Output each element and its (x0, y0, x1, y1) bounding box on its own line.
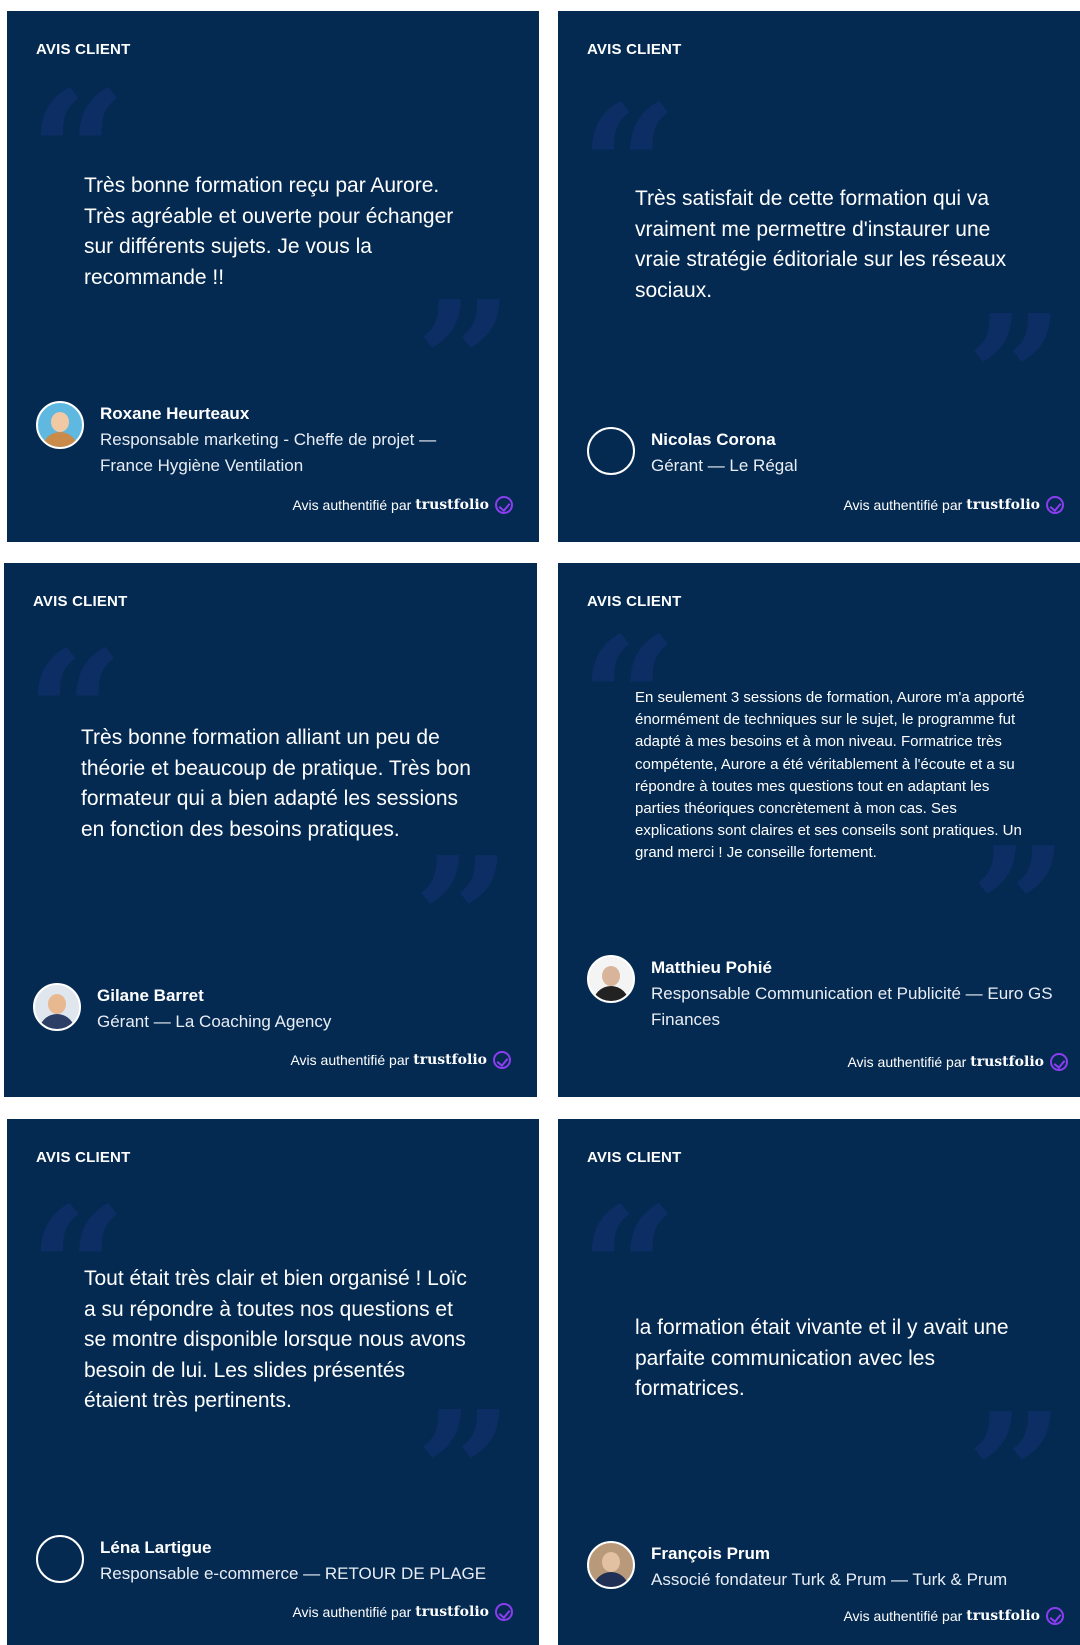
close-quote-icon: ” (413, 820, 511, 1020)
trustfolio-logo: trustfolio (970, 1054, 1044, 1070)
avatar (36, 401, 84, 449)
verified-badge[interactable]: Avis authentifié par trustfolio (292, 1603, 513, 1621)
review-card: AVIS CLIENT “ ” la formation était vivan… (558, 1119, 1080, 1645)
author-name: François Prum (651, 1544, 771, 1563)
trustfolio-logo: trustfolio (966, 497, 1040, 513)
review-text: Très bonne formation alliant un peu de t… (81, 726, 471, 841)
author-role: Associé fondateur Turk & Prum — Turk & P… (651, 1570, 1008, 1589)
review-author: Gilane Barret Gérant — La Coaching Agenc… (33, 983, 517, 1035)
author-name: Léna Lartigue (100, 1538, 212, 1557)
review-text: Très satisfait de cette formation qui va… (635, 187, 1007, 302)
close-quote-icon: ” (966, 1376, 1064, 1576)
review-author: Nicolas Corona Gérant — Le Régal (587, 427, 1060, 479)
author-name: Roxane Heurteaux (100, 404, 250, 423)
card-label: AVIS CLIENT (587, 41, 682, 58)
avatar (587, 1541, 635, 1589)
review-card: AVIS CLIENT “ ” Tout était très clair et… (7, 1119, 539, 1645)
review-card: AVIS CLIENT “ ” Très bonne formation all… (4, 563, 537, 1097)
review-text: Très bonne formation reçu par Aurore. Tr… (84, 174, 454, 289)
author-role: Responsable e-commerce — RETOUR DE PLAGE (100, 1564, 487, 1583)
verified-prefix: Avis authentifié par (292, 1604, 412, 1620)
review-author: François Prum Associé fondateur Turk & P… (587, 1541, 1060, 1593)
trustfolio-logo: trustfolio (966, 1608, 1040, 1624)
avatar (587, 427, 635, 475)
review-text: Tout était très clair et bien organisé !… (84, 1267, 467, 1412)
verified-prefix: Avis authentifié par (290, 1052, 410, 1068)
avatar (36, 1535, 84, 1583)
review-author: Matthieu Pohié Responsable Communication… (587, 955, 1060, 1033)
author-name: Matthieu Pohié (651, 958, 772, 977)
author-name: Gilane Barret (97, 986, 204, 1005)
check-circle-icon (1046, 496, 1064, 514)
review-card: AVIS CLIENT “ ” En seulement 3 sessions … (558, 563, 1080, 1097)
review-text: En seulement 3 sessions de formation, Au… (635, 689, 1025, 862)
verified-badge[interactable]: Avis authentifié par trustfolio (292, 496, 513, 514)
card-label: AVIS CLIENT (36, 1149, 131, 1166)
verified-badge[interactable]: Avis authentifié par trustfolio (847, 1053, 1068, 1071)
review-text: la formation était vivante et il y avait… (635, 1316, 1009, 1400)
review-author: Roxane Heurteaux Responsable marketing -… (36, 401, 519, 479)
trustfolio-logo: trustfolio (413, 1052, 487, 1068)
verified-prefix: Avis authentifié par (843, 1608, 963, 1624)
verified-prefix: Avis authentifié par (847, 1054, 967, 1070)
author-role: Responsable marketing - Cheffe de projet… (100, 430, 437, 475)
trustfolio-logo: trustfolio (415, 497, 489, 513)
verified-badge[interactable]: Avis authentifié par trustfolio (843, 1607, 1064, 1625)
review-card: AVIS CLIENT “ ” Très satisfait de cette … (558, 11, 1080, 542)
avatar (587, 955, 635, 1003)
review-card: AVIS CLIENT “ ” Très bonne formation reç… (7, 11, 539, 542)
trustfolio-logo: trustfolio (415, 1604, 489, 1620)
author-role: Gérant — Le Régal (651, 456, 798, 475)
author-name: Nicolas Corona (651, 430, 776, 449)
check-circle-icon (495, 1603, 513, 1621)
verified-badge[interactable]: Avis authentifié par trustfolio (290, 1051, 511, 1069)
check-circle-icon (1050, 1053, 1068, 1071)
author-role: Gérant — La Coaching Agency (97, 1012, 332, 1031)
review-author: Léna Lartigue Responsable e-commerce — R… (36, 1535, 519, 1587)
verified-badge[interactable]: Avis authentifié par trustfolio (843, 496, 1064, 514)
check-circle-icon (493, 1051, 511, 1069)
verified-prefix: Avis authentifié par (843, 497, 963, 513)
author-role: Responsable Communication et Publicité —… (651, 984, 1053, 1029)
check-circle-icon (1046, 1607, 1064, 1625)
check-circle-icon (495, 496, 513, 514)
verified-prefix: Avis authentifié par (292, 497, 412, 513)
avatar (33, 983, 81, 1031)
card-label: AVIS CLIENT (587, 1149, 682, 1166)
card-label: AVIS CLIENT (33, 593, 128, 610)
